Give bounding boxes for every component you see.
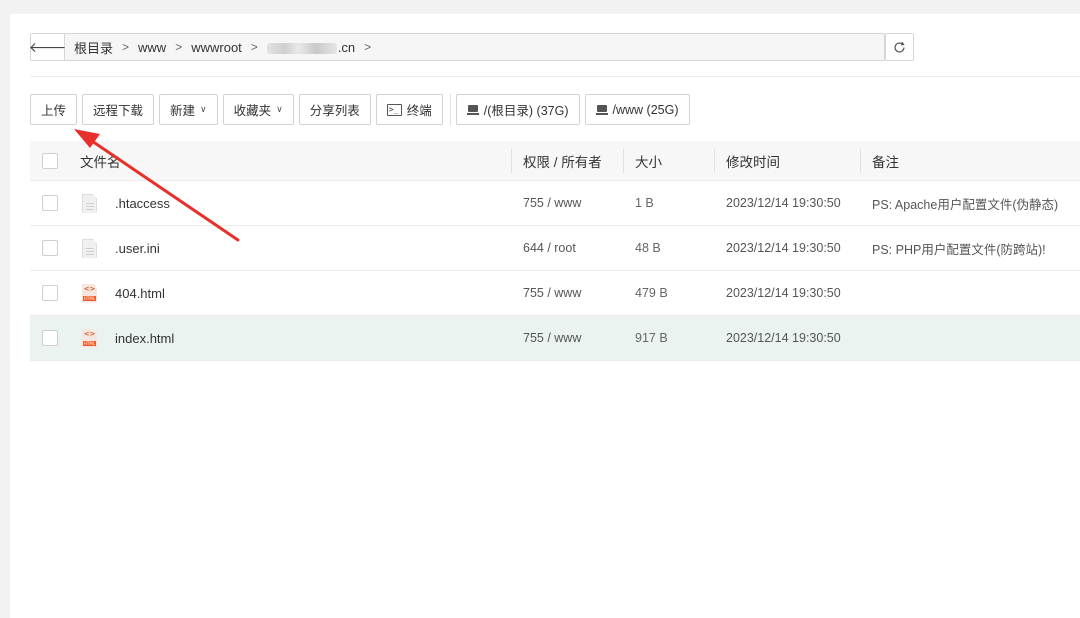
refresh-icon [894, 41, 905, 53]
remote-download-button[interactable]: 远程下载 [82, 94, 155, 125]
new-label: 新建 [170, 104, 196, 118]
disk-icon [466, 104, 479, 115]
text-file-icon [82, 193, 97, 213]
path-bar: 🡐 根目录 > www > wwwroot > .cn > [28, 33, 885, 61]
file-permission[interactable]: 755 / www [511, 286, 623, 300]
file-modified: 2023/12/14 19:30:50 [726, 286, 841, 300]
crumb-wwwroot[interactable]: wwwroot [191, 40, 242, 55]
table-row[interactable]: <> HTML 404.html 755 / www 479 B 2023/12/… [30, 271, 1080, 316]
file-name[interactable]: .htaccess [115, 196, 170, 211]
row-check-cell [30, 330, 70, 346]
file-size: 48 B [635, 241, 661, 255]
row-checkbox[interactable] [42, 240, 58, 256]
file-note: PS: Apache用户配置文件(伪静态) [872, 197, 1059, 212]
row-checkbox[interactable] [42, 285, 58, 301]
file-name-cell[interactable]: .user.ini [70, 238, 511, 258]
file-name-cell[interactable]: <> HTML 404.html [70, 283, 511, 303]
table-header: 文件名 权限 / 所有者 大小 修改时间 备注 [30, 141, 1080, 181]
chevron-right-icon: > [364, 40, 372, 54]
file-permission[interactable]: 755 / www [511, 331, 623, 345]
file-manager-panel: 🡐 根目录 > www > wwwroot > .cn > 上传 远程下载 新建… [10, 14, 1080, 618]
file-modified: 2023/12/14 19:30:50 [726, 241, 841, 255]
disk-icon [595, 104, 608, 115]
arrow-left-icon: 🡐 [28, 38, 67, 55]
toolbar: 上传 远程下载 新建 ∨ 收藏夹 ∨ 分享列表 >_ 终端 /(根目录) (37G) … [30, 94, 695, 125]
column-divider [860, 149, 861, 173]
select-all-checkbox[interactable] [42, 152, 58, 169]
file-permission[interactable]: 755 / www [511, 196, 623, 210]
crumb-site[interactable]: .cn [266, 39, 356, 55]
back-button[interactable]: 🡐 [28, 34, 67, 60]
chevron-down-icon: ∨ [276, 104, 283, 114]
toolbar-separator [449, 94, 451, 125]
remote-download-label: 远程下载 [93, 104, 144, 118]
file-name-cell[interactable]: .htaccess [70, 193, 511, 213]
file-modified: 2023/12/14 19:30:50 [726, 331, 841, 345]
breadcrumb[interactable]: 根目录 > www > wwwroot > .cn > [65, 34, 884, 60]
file-size: 917 B [635, 331, 668, 345]
terminal-button[interactable]: >_ 终端 [375, 94, 443, 125]
terminal-label: 终端 [406, 104, 432, 118]
crumb-www[interactable]: www [138, 40, 166, 55]
favorites-button[interactable]: 收藏夹 ∨ [222, 94, 294, 125]
header-modified[interactable]: 修改时间 [714, 151, 860, 171]
divider [30, 76, 1080, 77]
header-note: 备注 [872, 154, 899, 170]
column-divider [511, 149, 512, 173]
row-checkbox[interactable] [42, 195, 58, 211]
row-check-cell [30, 240, 70, 256]
header-name[interactable]: 文件名 [70, 151, 511, 171]
file-permission[interactable]: 644 / root [511, 241, 623, 255]
masked-domain [266, 42, 337, 54]
file-name[interactable]: .user.ini [115, 241, 160, 256]
disk-root-label: /(根目录) (37G) [483, 104, 569, 118]
column-divider [714, 149, 715, 173]
table-row[interactable]: .user.ini 644 / root 48 B 2023/12/14 19:… [30, 226, 1080, 271]
domain-suffix: .cn [337, 39, 356, 55]
new-button[interactable]: 新建 ∨ [159, 94, 218, 125]
disk-root-button[interactable]: /(根目录) (37G) [455, 94, 580, 125]
disk-www-label: /www (25G) [612, 102, 679, 117]
html-file-icon: <> HTML [82, 328, 97, 348]
file-size: 479 B [635, 286, 668, 300]
share-list-label: 分享列表 [309, 104, 360, 118]
terminal-icon: >_ [386, 103, 402, 116]
file-name[interactable]: 404.html [115, 286, 165, 301]
file-size: 1 B [635, 196, 654, 210]
table-row[interactable]: <> HTML index.html 755 / www 917 B 2023/1… [30, 316, 1080, 361]
favorites-label: 收藏夹 [233, 104, 272, 118]
crumb-root[interactable]: 根目录 [74, 38, 113, 57]
upload-button[interactable]: 上传 [30, 94, 78, 125]
refresh-button[interactable] [885, 33, 914, 61]
column-divider [623, 149, 624, 173]
chevron-down-icon: ∨ [200, 104, 207, 114]
row-checkbox[interactable] [42, 330, 58, 346]
chevron-right-icon: > [175, 40, 183, 54]
file-note: PS: PHP用户配置文件(防跨站)! [872, 242, 1046, 257]
file-name-cell[interactable]: <> HTML index.html [70, 328, 511, 348]
row-check-cell [30, 285, 70, 301]
select-all-cell [30, 152, 70, 169]
file-modified: 2023/12/14 19:30:50 [726, 196, 841, 210]
table-row[interactable]: .htaccess 755 / www 1 B 2023/12/14 19:30… [30, 181, 1080, 226]
row-check-cell [30, 195, 70, 211]
chevron-right-icon: > [122, 40, 130, 54]
file-table: 文件名 权限 / 所有者 大小 修改时间 备注 .htaccess 755 / … [30, 141, 1080, 361]
header-size[interactable]: 大小 [623, 151, 714, 171]
header-permission[interactable]: 权限 / 所有者 [511, 151, 623, 171]
file-name[interactable]: index.html [115, 331, 174, 346]
html-file-icon: <> HTML [82, 283, 97, 303]
upload-label: 上传 [41, 104, 67, 118]
text-file-icon [82, 238, 97, 258]
chevron-right-icon: > [250, 40, 258, 54]
share-list-button[interactable]: 分享列表 [298, 94, 371, 125]
disk-www-button[interactable]: /www (25G) [584, 94, 690, 125]
